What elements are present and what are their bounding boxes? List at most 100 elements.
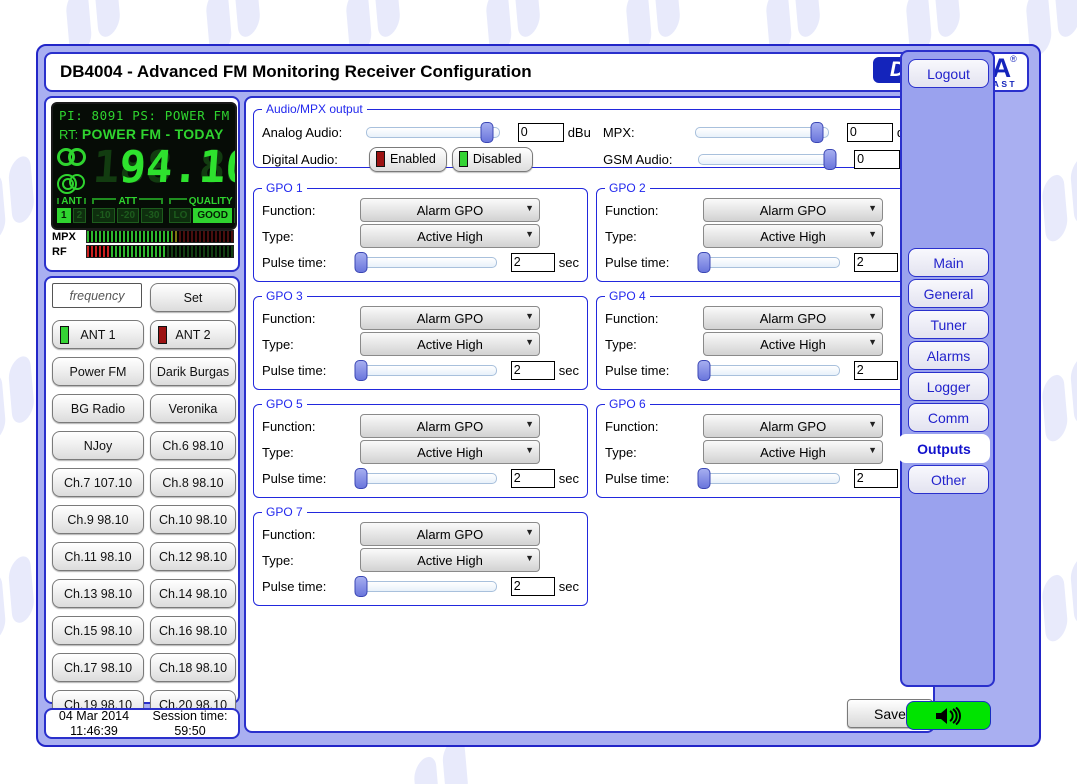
set-button[interactable]: Set <box>150 283 236 312</box>
sidebar-item-main[interactable]: Main <box>908 248 989 277</box>
pulse-time-input[interactable] <box>854 361 898 380</box>
sidebar-item-tuner[interactable]: Tuner <box>908 310 989 339</box>
preset-station-button[interactable]: Power FM <box>52 357 144 386</box>
chevron-down-icon: ▼ <box>525 527 534 537</box>
preset-station-button[interactable]: Ch.9 98.10 <box>52 505 144 534</box>
preset-station-button[interactable]: Darik Burgas <box>150 357 236 386</box>
ant-cell: 1 <box>57 208 71 223</box>
sidebar-item-alarms[interactable]: Alarms <box>908 341 989 370</box>
frequency-display: 188.88 94.10 <box>91 142 237 194</box>
type-select[interactable]: Active High▼ <box>360 332 540 356</box>
preset-station-button[interactable]: Ch.17 98.10 <box>52 653 144 682</box>
quality-cell: LO <box>169 208 191 223</box>
preset-station-button[interactable]: Veronika <box>150 394 236 423</box>
type-select[interactable]: Active High▼ <box>703 332 883 356</box>
sidebar-item-other[interactable]: Other <box>908 465 989 494</box>
chevron-down-icon: ▼ <box>525 419 534 429</box>
logout-button[interactable]: Logout <box>908 59 989 88</box>
antenna-button[interactable]: ANT 1 <box>52 320 144 349</box>
digital-audio-disabled-button[interactable]: Disabled <box>452 147 533 172</box>
mpx-slider[interactable] <box>695 127 829 138</box>
pulse-time-slider-thumb[interactable] <box>697 252 710 273</box>
type-select[interactable]: Active High▼ <box>703 440 883 464</box>
type-select[interactable]: Active High▼ <box>703 224 883 248</box>
preset-station-button[interactable]: BG Radio <box>52 394 144 423</box>
type-select[interactable]: Active High▼ <box>360 224 540 248</box>
preset-station-button[interactable]: Ch.16 98.10 <box>150 616 236 645</box>
type-select[interactable]: Active High▼ <box>360 440 540 464</box>
pulse-time-slider[interactable] <box>355 365 496 376</box>
function-select[interactable]: Alarm GPO▼ <box>360 306 540 330</box>
page-title: DB4004 - Advanced FM Monitoring Receiver… <box>60 62 532 82</box>
pulse-time-slider-thumb[interactable] <box>354 360 367 381</box>
antenna-button[interactable]: ANT 2 <box>150 320 236 349</box>
function-select[interactable]: Alarm GPO▼ <box>703 414 883 438</box>
function-select[interactable]: Alarm GPO▼ <box>703 306 883 330</box>
preset-station-button[interactable]: Ch.7 107.10 <box>52 468 144 497</box>
pulse-time-slider-thumb[interactable] <box>354 576 367 597</box>
quality-label: QUALITY <box>169 196 237 207</box>
function-select[interactable]: Alarm GPO▼ <box>360 198 540 222</box>
pulse-time-input[interactable] <box>511 253 555 272</box>
chevron-down-icon: ▼ <box>868 203 877 213</box>
gpo-section-3: GPO 3 Function: Alarm GPO▼ Type: Active … <box>253 289 588 390</box>
pulse-time-input[interactable] <box>854 469 898 488</box>
preset-station-button[interactable]: Ch.15 98.10 <box>52 616 144 645</box>
digital-audio-label: Digital Audio: <box>262 152 369 167</box>
sidebar-item-general[interactable]: General <box>908 279 989 308</box>
pulse-time-unit: sec <box>559 363 579 378</box>
function-label: Function: <box>262 419 360 434</box>
gpo-section-6: GPO 6 Function: Alarm GPO▼ Type: Active … <box>596 397 931 498</box>
mpx-slider-thumb[interactable] <box>811 122 824 143</box>
chevron-down-icon: ▼ <box>868 337 877 347</box>
preset-station-button[interactable]: Ch.18 98.10 <box>150 653 236 682</box>
mpx-value-input[interactable] <box>847 123 893 142</box>
preset-station-button[interactable]: Ch.13 98.10 <box>52 579 144 608</box>
sidebar-item-comm[interactable]: Comm <box>908 403 989 432</box>
type-select[interactable]: Active High▼ <box>360 548 540 572</box>
session-time: Session time: 59:50 <box>142 709 238 739</box>
gpo-section-7: GPO 7 Function: Alarm GPO▼ Type: Active … <box>253 505 588 606</box>
pulse-time-input[interactable] <box>854 253 898 272</box>
digital-audio-enabled-button[interactable]: Enabled <box>369 147 447 172</box>
sidebar-item-outputs[interactable]: Outputs <box>898 434 990 463</box>
pulse-time-slider[interactable] <box>355 257 496 268</box>
pulse-time-input[interactable] <box>511 469 555 488</box>
pulse-time-slider[interactable] <box>698 365 839 376</box>
stereo-icon <box>57 148 97 172</box>
preset-station-button[interactable]: Ch.12 98.10 <box>150 542 236 571</box>
registered-mark: ® <box>1010 54 1017 64</box>
preset-station-button[interactable]: Ch.6 98.10 <box>150 431 236 460</box>
gsm-audio-slider-thumb[interactable] <box>823 149 836 170</box>
pulse-time-slider-thumb[interactable] <box>697 360 710 381</box>
pulse-time-label: Pulse time: <box>605 471 698 486</box>
pulse-time-label: Pulse time: <box>605 255 698 270</box>
preset-station-button[interactable]: Ch.8 98.10 <box>150 468 236 497</box>
analog-audio-value-input[interactable] <box>518 123 564 142</box>
pulse-time-slider[interactable] <box>355 581 496 592</box>
listen-button[interactable] <box>906 701 991 730</box>
pulse-time-slider-thumb[interactable] <box>354 252 367 273</box>
sidebar-item-logger[interactable]: Logger <box>908 372 989 401</box>
preset-station-button[interactable]: Ch.11 98.10 <box>52 542 144 571</box>
gsm-audio-slider[interactable] <box>698 154 836 165</box>
rf-level-meter <box>86 245 234 258</box>
function-select[interactable]: Alarm GPO▼ <box>703 198 883 222</box>
frequency-input[interactable] <box>52 283 142 308</box>
function-select[interactable]: Alarm GPO▼ <box>360 414 540 438</box>
pulse-time-slider[interactable] <box>698 257 839 268</box>
preset-station-button[interactable]: Ch.10 98.10 <box>150 505 236 534</box>
right-sidebar: Logout MainGeneralTunerAlarmsLoggerCommO… <box>900 50 995 687</box>
pulse-time-input[interactable] <box>511 577 555 596</box>
function-select[interactable]: Alarm GPO▼ <box>360 522 540 546</box>
preset-station-button[interactable]: Ch.14 98.10 <box>150 579 236 608</box>
analog-audio-slider[interactable] <box>366 127 500 138</box>
pulse-time-slider[interactable] <box>698 473 839 484</box>
analog-audio-slider-thumb[interactable] <box>480 122 493 143</box>
pulse-time-slider[interactable] <box>355 473 496 484</box>
gsm-audio-value-input[interactable] <box>854 150 900 169</box>
pulse-time-input[interactable] <box>511 361 555 380</box>
preset-station-button[interactable]: NJoy <box>52 431 144 460</box>
pulse-time-slider-thumb[interactable] <box>697 468 710 489</box>
pulse-time-slider-thumb[interactable] <box>354 468 367 489</box>
